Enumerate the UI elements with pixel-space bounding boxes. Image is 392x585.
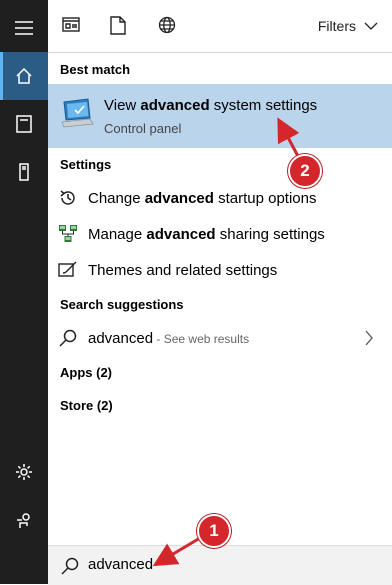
annotation-badge-2: 2 — [288, 154, 322, 188]
annotation-arrows — [152, 117, 302, 567]
annotation-badge-1: 1 — [197, 514, 231, 548]
arrow-to-search-box — [152, 536, 201, 567]
